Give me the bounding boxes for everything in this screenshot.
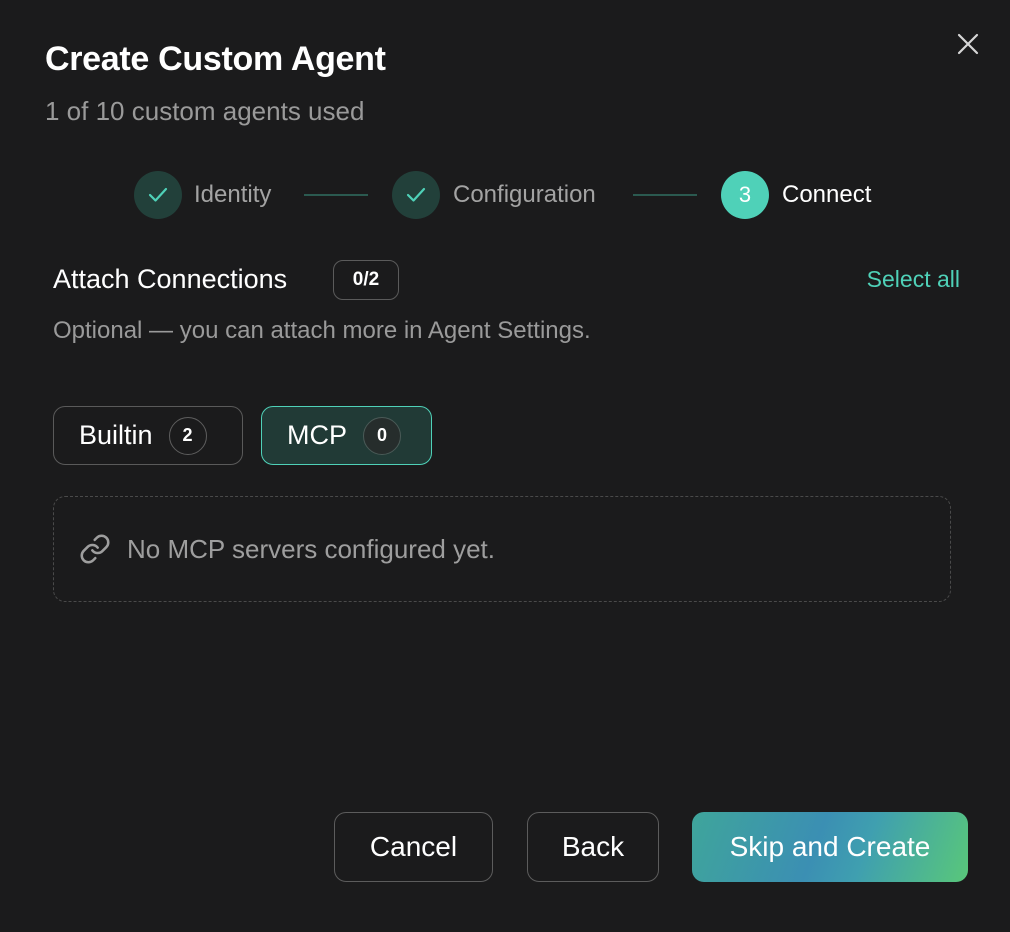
skip-and-create-button[interactable]: Skip and Create [692,812,968,882]
step-connector [633,194,697,196]
selection-count-badge: 0/2 [333,260,399,300]
usage-subtitle: 1 of 10 custom agents used [45,96,365,126]
tab-builtin-count: 2 [168,416,207,455]
link-icon [80,534,110,564]
step-configuration-label: Configuration [453,181,596,208]
empty-state-text: No MCP servers configured yet. [127,533,495,564]
close-icon [957,33,979,55]
step-connect-label: Connect [782,181,872,208]
tab-mcp-count: 0 [363,416,401,455]
section-title: Attach Connections [53,264,288,294]
cancel-button[interactable]: Cancel [334,812,493,882]
check-icon [148,187,168,202]
tab-mcp-label: MCP [287,420,347,450]
check-icon [406,187,426,202]
back-button[interactable]: Back [527,812,659,882]
tab-mcp[interactable]: MCP 0 [261,406,432,465]
create-agent-dialog: Create Custom Agent 1 of 10 custom agent… [0,0,1010,932]
tab-builtin-label: Builtin [79,420,153,450]
step-identity-label: Identity [194,181,272,208]
optional-hint: Optional — you can attach more in Agent … [53,317,591,344]
dialog-title: Create Custom Agent [45,40,386,78]
step-identity-indicator [134,171,182,219]
close-button[interactable] [952,28,984,60]
select-all-link[interactable]: Select all [867,266,960,293]
mcp-empty-state: No MCP servers configured yet. [53,496,951,602]
step-configuration-indicator [392,171,440,219]
tab-builtin[interactable]: Builtin 2 [53,406,243,465]
step-connect-indicator: 3 [721,171,769,219]
step-connector [304,194,368,196]
